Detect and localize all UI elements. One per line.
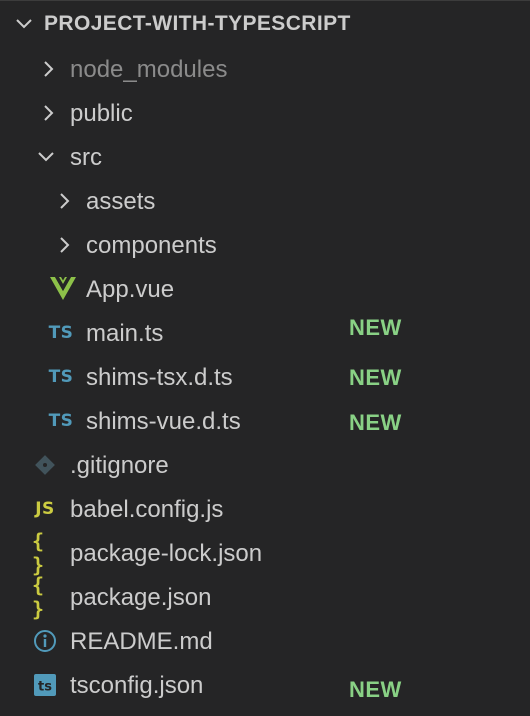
tree-item-label: package.json (70, 584, 212, 611)
tree-item-src[interactable]: src (0, 135, 530, 179)
tree-item-label: .gitignore (70, 452, 169, 479)
chevron-down-icon[interactable] (14, 14, 34, 34)
explorer-section-header[interactable]: PROJECT-WITH-TYPESCRIPT (0, 0, 530, 46)
vue-icon (50, 276, 76, 302)
tree-item-label: assets (86, 188, 156, 215)
chevron-right-icon[interactable] (38, 59, 58, 79)
tree-item-label: public (70, 100, 133, 127)
tree-item-package-lock[interactable]: { } package-lock.json (0, 529, 530, 577)
info-icon (32, 628, 58, 654)
tree-item-components[interactable]: components (0, 223, 530, 267)
project-title: PROJECT-WITH-TYPESCRIPT (44, 12, 351, 35)
tree-item-label: node_modules (70, 56, 228, 83)
tree-item-package-json[interactable]: { } package.json (0, 573, 530, 621)
tree-item-label: README.md (70, 628, 213, 655)
tree-item-label: shims-vue.d.ts (86, 408, 241, 435)
tree-item-label: src (70, 144, 102, 171)
chevron-right-icon[interactable] (54, 191, 74, 211)
tree-item-label: components (86, 232, 217, 259)
tree-item-label: tsconfig.json (70, 672, 204, 699)
status-badge-new: NEW (349, 410, 402, 435)
tree-item-label: App.vue (86, 276, 175, 303)
status-badge-new: NEW (349, 365, 402, 390)
json-icon: { } (32, 573, 45, 621)
tree-item-app-vue[interactable]: App.vue (0, 267, 530, 311)
git-icon (32, 452, 58, 478)
tree-item-label: main.ts (86, 320, 164, 347)
tree-item-label: babel.config.js (70, 496, 224, 523)
tree-item-readme[interactable]: README.md (0, 619, 530, 663)
tsconfig-icon: ts (32, 672, 58, 698)
tree-item-tsconfig[interactable]: ts tsconfig.json NEW (0, 663, 530, 707)
tree-item-babel-config[interactable]: JS babel.config.js (0, 487, 530, 531)
tsconfig-icon-text: ts (38, 680, 52, 695)
tree-item-public[interactable]: public (0, 91, 530, 135)
tree-item-shims-tsx[interactable]: TS shims-tsx.d.ts NEW (0, 355, 530, 399)
tree-item-shims-vue[interactable]: TS shims-vue.d.ts NEW (0, 399, 530, 443)
tree-item-main-ts[interactable]: TS main.ts NEW (0, 311, 530, 355)
tree-item-gitignore[interactable]: .gitignore (0, 443, 530, 487)
explorer-panel: PROJECT-WITH-TYPESCRIPT node_modules pub… (0, 0, 530, 716)
tree-item-node-modules[interactable]: node_modules (0, 47, 530, 91)
status-badge-new: NEW (349, 677, 402, 702)
chevron-right-icon[interactable] (54, 235, 74, 255)
typescript-icon: TS (48, 367, 74, 387)
tree-item-assets[interactable]: assets (0, 179, 530, 223)
typescript-icon: TS (48, 323, 74, 343)
typescript-icon: TS (48, 411, 74, 431)
javascript-icon: JS (35, 499, 55, 519)
tree-item-label: shims-tsx.d.ts (86, 364, 233, 391)
chevron-right-icon[interactable] (38, 103, 58, 123)
chevron-down-icon[interactable] (36, 147, 56, 167)
status-badge-new: NEW (349, 315, 402, 340)
json-icon: { } (32, 529, 45, 577)
tree-item-label: package-lock.json (70, 540, 263, 567)
